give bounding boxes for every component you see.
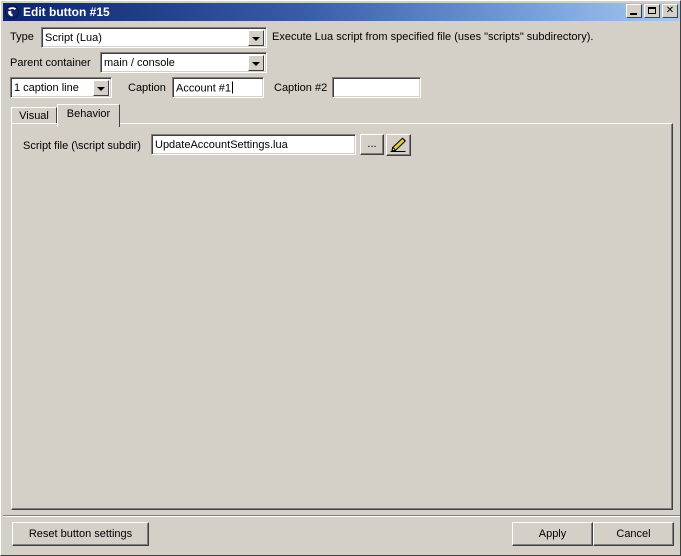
pencil-edit-icon — [389, 137, 408, 157]
title-bar: Edit button #15 ✕ — [3, 3, 680, 21]
caption-value: Account #1 — [176, 82, 232, 94]
caption-label: Caption — [128, 82, 166, 94]
script-file-label: Script file (\script subdir) — [23, 140, 141, 152]
parent-container-label: Parent container — [10, 57, 91, 69]
script-file-value: UpdateAccountSettings.lua — [155, 138, 288, 151]
text-caret — [232, 81, 234, 93]
caption-input[interactable]: Account #1 — [172, 77, 264, 98]
maximize-button[interactable] — [644, 4, 660, 18]
caption-lines-dropdown-arrow[interactable] — [93, 80, 109, 96]
minimize-button[interactable] — [626, 4, 642, 18]
tab-behavior[interactable]: Behavior — [57, 104, 120, 127]
caption-lines-combobox[interactable]: 1 caption line — [10, 77, 112, 98]
type-dropdown-arrow[interactable] — [248, 30, 264, 46]
script-file-input[interactable]: UpdateAccountSettings.lua — [151, 134, 356, 155]
parent-container-combobox[interactable]: main / console — [100, 52, 267, 73]
reset-button-settings-button[interactable]: Reset button settings — [12, 522, 149, 546]
phone-handset-icon — [4, 4, 20, 20]
behavior-tab-panel: Script file (\script subdir) UpdateAccou… — [11, 123, 673, 510]
caption-lines-value: 1 caption line — [14, 81, 79, 94]
edit-script-button[interactable] — [386, 134, 411, 156]
apply-button[interactable]: Apply — [512, 522, 593, 546]
edit-button-dialog: Edit button #15 ✕ Type Script (Lua) Exec… — [0, 0, 681, 556]
caption2-label: Caption #2 — [274, 82, 328, 94]
type-combobox[interactable]: Script (Lua) — [41, 27, 267, 48]
browse-script-button[interactable]: ... — [360, 134, 384, 155]
caption2-input[interactable] — [332, 77, 421, 98]
footer-divider — [3, 515, 680, 517]
type-value: Script (Lua) — [45, 31, 102, 44]
cancel-button[interactable]: Cancel — [593, 522, 674, 546]
parent-container-value: main / console — [104, 56, 175, 69]
close-button[interactable]: ✕ — [662, 4, 678, 18]
window-title: Edit button #15 — [23, 5, 110, 19]
window-controls: ✕ — [626, 4, 678, 18]
type-label: Type — [10, 31, 34, 43]
parent-container-dropdown-arrow[interactable] — [248, 55, 264, 71]
type-description: Execute Lua script from specified file (… — [272, 31, 594, 43]
